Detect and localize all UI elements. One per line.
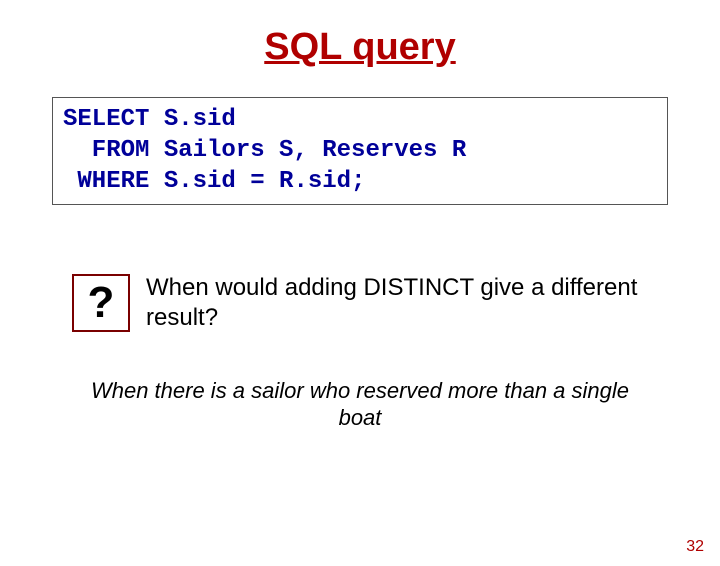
question-mark-icon: ?: [88, 281, 115, 325]
answer-text: When there is a sailor who reserved more…: [0, 377, 720, 432]
slide-title: SQL query: [0, 26, 720, 69]
slide: SQL query SELECT S.sid FROM Sailors S, R…: [0, 26, 720, 566]
sql-code-box: SELECT S.sid FROM Sailors S, Reserves R …: [52, 97, 668, 205]
question-text: When would adding DISTINCT give a differ…: [146, 273, 660, 333]
page-number: 32: [686, 538, 704, 556]
question-mark-box: ?: [72, 274, 130, 332]
code-line-3: WHERE S.sid = R.sid;: [63, 168, 365, 195]
code-line-1: SELECT S.sid: [63, 106, 236, 133]
code-line-2: FROM Sailors S, Reserves R: [63, 137, 466, 164]
question-row: ? When would adding DISTINCT give a diff…: [72, 273, 660, 333]
